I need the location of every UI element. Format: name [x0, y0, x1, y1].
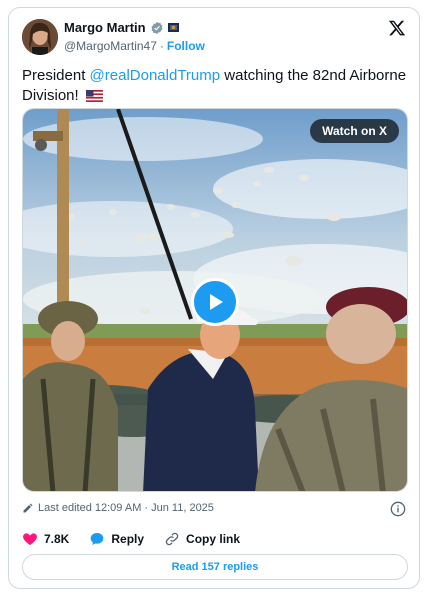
verified-badge-icon — [151, 21, 163, 34]
action-bar: 7.8K Reply Copy link — [22, 531, 240, 547]
flag-icon — [167, 23, 179, 32]
mention-link[interactable]: @realDonaldTrump — [90, 67, 221, 84]
author-name-row: Margo Martin — [64, 20, 179, 35]
tweet-card: Margo Martin @MargoMartin47 · Follow Pre… — [8, 7, 420, 589]
edited-timestamp[interactable]: Last edited 12:09 AM · Jun 11, 2025 — [38, 502, 214, 514]
heart-icon — [23, 533, 37, 545]
follow-button[interactable]: Follow — [167, 39, 205, 53]
author-handle[interactable]: @MargoMartin47 — [64, 39, 157, 53]
like-button[interactable]: 7.8K — [22, 531, 69, 547]
reply-label: Reply — [111, 532, 145, 546]
reply-button[interactable]: Reply — [89, 531, 144, 547]
author-handle-row: @MargoMartin47 · Follow — [64, 39, 205, 53]
pencil-icon — [23, 503, 33, 513]
tweet-text-prefix: President — [22, 67, 90, 84]
us-flag-icon — [85, 90, 103, 102]
play-icon — [210, 294, 223, 310]
copy-link-button[interactable]: Copy link — [164, 531, 240, 547]
play-button[interactable] — [191, 278, 239, 326]
watch-on-x-button[interactable]: Watch on X — [310, 119, 399, 143]
tweet-text: President @realDonaldTrump watching the … — [22, 66, 414, 106]
x-logo-icon[interactable] — [388, 19, 406, 37]
handle-separator: · — [159, 39, 164, 53]
copy-link-label: Copy link — [186, 532, 241, 546]
like-count: 7.8K — [44, 532, 70, 546]
timestamp-row: Last edited 12:09 AM · Jun 11, 2025 — [22, 502, 214, 514]
video-media[interactable]: Watch on X — [22, 108, 408, 492]
reply-bubble-icon — [91, 533, 104, 545]
link-icon — [165, 532, 179, 546]
author-display-name[interactable]: Margo Martin — [64, 20, 146, 35]
read-replies-button[interactable]: Read 157 replies — [22, 554, 408, 580]
info-icon[interactable] — [390, 501, 406, 517]
avatar[interactable] — [22, 19, 58, 55]
